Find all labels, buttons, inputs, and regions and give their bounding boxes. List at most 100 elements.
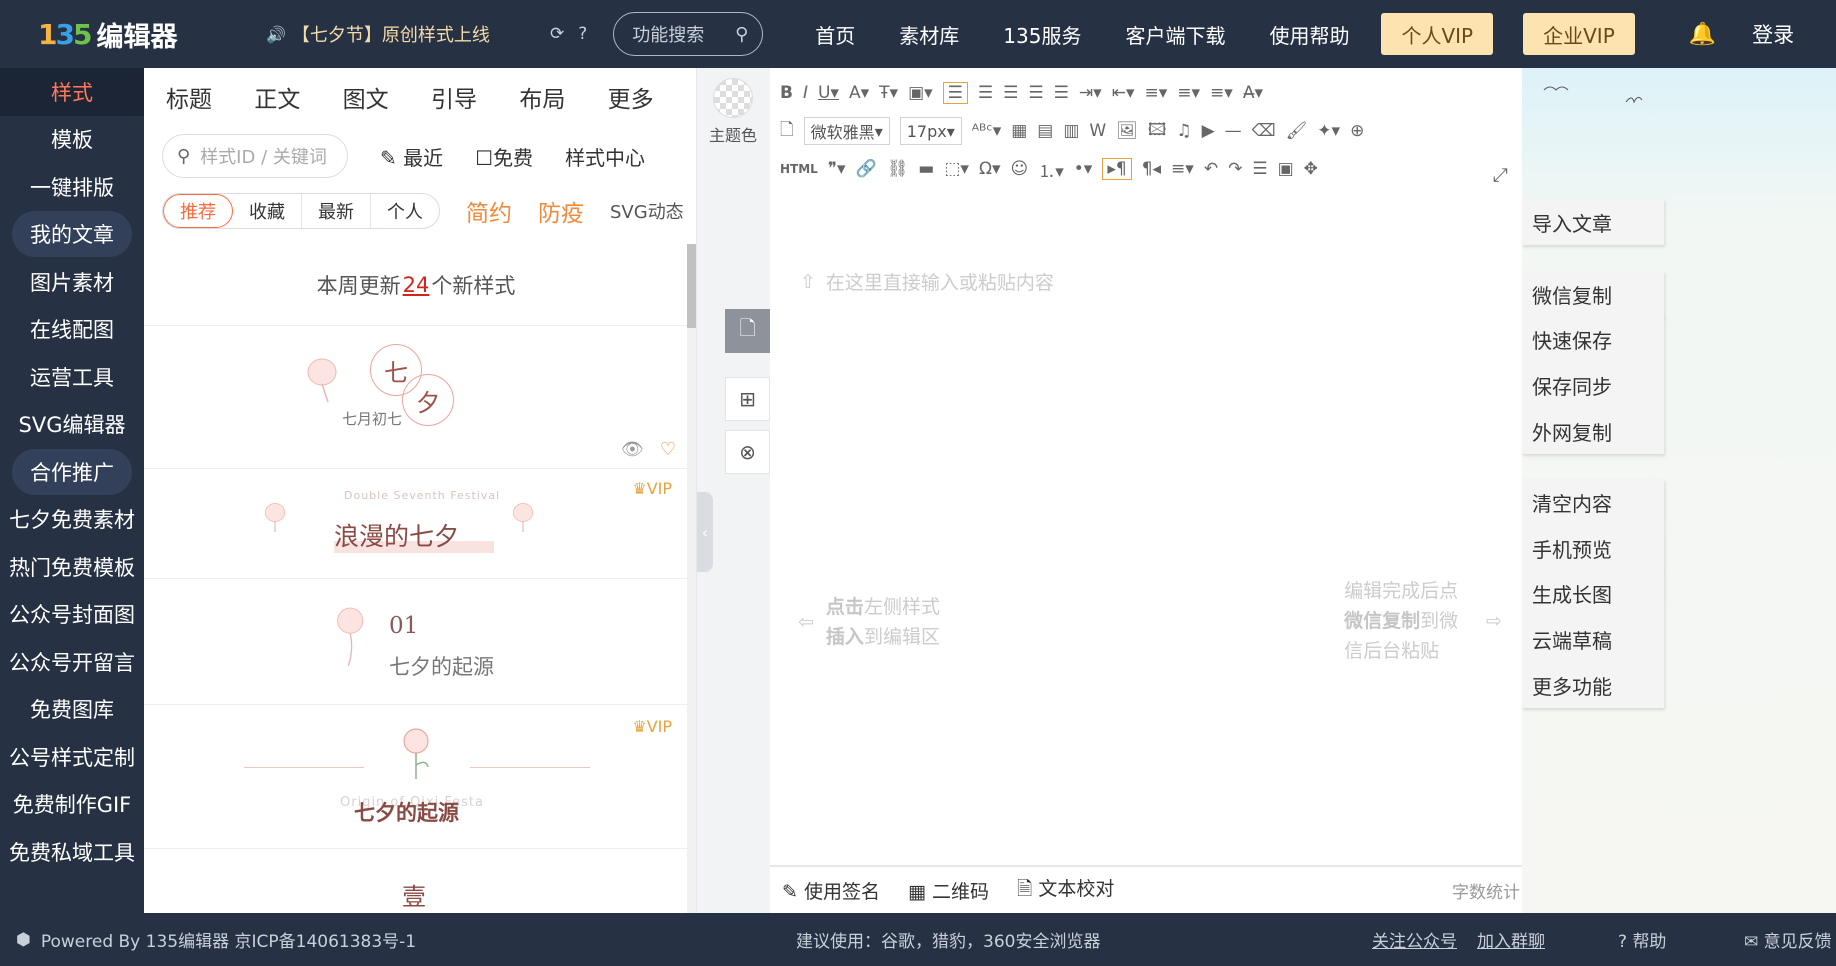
- style-center-link[interactable]: 样式中心: [565, 142, 645, 171]
- redo-icon[interactable]: ↷: [1228, 159, 1242, 179]
- sidebar-item-qixi-free[interactable]: 七夕免费素材: [0, 496, 144, 544]
- segment-recommended[interactable]: 推荐: [163, 194, 233, 228]
- highlight-icon[interactable]: ▣▾: [908, 83, 933, 103]
- tab-layout[interactable]: 布局: [519, 80, 607, 114]
- align-justify-icon[interactable]: ☰: [1028, 83, 1043, 103]
- tag-svg-dynamic[interactable]: SVG动态: [610, 198, 684, 224]
- clear-content-button[interactable]: 清空内容: [1522, 479, 1664, 525]
- style-search-input[interactable]: ⚲ 样式ID / 关键词: [162, 134, 348, 178]
- preview-icon[interactable]: ▣: [1278, 159, 1294, 179]
- segment-latest[interactable]: 最新: [302, 194, 371, 228]
- format-brush-icon[interactable]: 🖌: [1286, 121, 1308, 141]
- sidebar-item-image-materials[interactable]: 图片素材: [0, 258, 144, 306]
- enterprise-vip-button[interactable]: 企业VIP: [1523, 13, 1635, 55]
- quick-save-button[interactable]: 快速保存: [1522, 316, 1664, 362]
- ordered-list-icon[interactable]: ⒈▾: [1038, 157, 1064, 182]
- font-family-select[interactable]: 微软雅黑 ▾: [803, 117, 890, 145]
- sidebar-item-comments[interactable]: 公众号开留言: [0, 638, 144, 686]
- nav-help[interactable]: 使用帮助: [1247, 20, 1371, 49]
- style-card[interactable]: ♛VIP Double Seventh Festival 浪漫的七夕: [144, 469, 688, 579]
- word-count[interactable]: 字数统计: [1452, 878, 1520, 903]
- help-circle-icon[interactable]: ?: [578, 24, 587, 44]
- mobile-preview-button[interactable]: 手机预览: [1522, 525, 1664, 571]
- close-circle-icon[interactable]: ⊗: [725, 430, 770, 474]
- signature-button[interactable]: ✎ 使用签名: [782, 877, 880, 904]
- long-image-button[interactable]: 生成长图: [1522, 570, 1664, 616]
- sidebar-item-templates[interactable]: 模板: [0, 116, 144, 164]
- paragraph-format-icon[interactable]: ≡▾: [1171, 159, 1194, 179]
- align-center-icon[interactable]: ☰: [978, 83, 993, 103]
- sidebar-item-operation-tools[interactable]: 运营工具: [0, 353, 144, 401]
- favorite-heart-icon[interactable]: ♡: [660, 439, 676, 460]
- style-card[interactable]: 01 七夕的起源: [144, 579, 688, 705]
- table-style-icon[interactable]: ▤: [1037, 121, 1053, 141]
- join-group-link[interactable]: 加入群聊: [1477, 927, 1545, 952]
- bold-icon[interactable]: B: [780, 83, 793, 103]
- sidebar-item-private-tools[interactable]: 免费私域工具: [0, 828, 144, 876]
- horizontal-rule-icon[interactable]: —: [1225, 121, 1242, 141]
- table-disabled-icon[interactable]: ▥: [1063, 121, 1079, 141]
- letter-spacing-icon[interactable]: ≡▾: [1210, 83, 1233, 103]
- distribute-icon[interactable]: ☰: [1054, 83, 1069, 103]
- segment-personal[interactable]: 个人: [371, 194, 439, 228]
- quote-icon[interactable]: ❞▾: [828, 159, 846, 179]
- align-left-icon[interactable]: ☰: [942, 82, 968, 104]
- document-icon[interactable]: 🗋: [725, 309, 770, 353]
- line-height-icon[interactable]: ≡▾: [1144, 83, 1167, 103]
- import-article-button[interactable]: 导入文章: [1522, 199, 1664, 245]
- function-search-input[interactable]: 功能搜索 ⚲: [613, 12, 764, 56]
- tab-image-text[interactable]: 图文: [343, 80, 431, 114]
- style-card[interactable]: 壹: [144, 849, 688, 913]
- music-icon[interactable]: ♫: [1176, 121, 1191, 141]
- sidebar-item-cover-image[interactable]: 公众号封面图: [0, 591, 144, 639]
- personal-vip-button[interactable]: 个人VIP: [1381, 13, 1494, 55]
- unordered-list-icon[interactable]: •▾: [1074, 159, 1093, 179]
- underline-icon[interactable]: U▾: [818, 83, 839, 103]
- sidebar-item-my-articles[interactable]: 我的文章: [0, 211, 144, 259]
- sidebar-item-svg-editor[interactable]: SVG编辑器: [0, 401, 144, 449]
- sidebar-item-partnership[interactable]: 合作推广: [0, 448, 144, 496]
- bell-icon[interactable]: 🔔: [1689, 22, 1716, 47]
- template-icon[interactable]: ▬: [918, 159, 934, 179]
- recent-filter[interactable]: ✎ 最近: [380, 142, 443, 171]
- editor-placeholder[interactable]: ⇧ 在这里直接输入或粘贴内容: [800, 268, 1054, 295]
- announcement[interactable]: 🔊 【七夕节】原创样式上线: [266, 21, 536, 47]
- image-icon[interactable]: 🖼: [1116, 121, 1138, 141]
- notice-count[interactable]: 24: [403, 273, 430, 297]
- font-size-select[interactable]: 17px ▾: [899, 117, 962, 145]
- preview-eye-icon[interactable]: 👁: [621, 439, 644, 460]
- nav-home[interactable]: 首页: [793, 20, 877, 49]
- more-functions-button[interactable]: 更多功能: [1522, 662, 1664, 708]
- zoom-icon[interactable]: ⊕: [1350, 121, 1364, 141]
- segment-favorites[interactable]: 收藏: [233, 194, 302, 228]
- word-icon[interactable]: W: [1089, 121, 1106, 141]
- new-document-icon[interactable]: ⊞: [725, 377, 770, 421]
- indent-icon[interactable]: ⇥▾: [1079, 83, 1102, 103]
- nav-client-download[interactable]: 客户端下载: [1103, 20, 1247, 49]
- tab-body[interactable]: 正文: [254, 80, 342, 114]
- paragraph-spacing-icon[interactable]: ≡▾: [1177, 83, 1200, 103]
- html-source-icon[interactable]: HTML: [780, 162, 818, 176]
- outdent-icon[interactable]: ⇤▾: [1112, 83, 1135, 103]
- undo-icon[interactable]: ↶: [1204, 159, 1218, 179]
- emoji-icon[interactable]: ☺: [1010, 159, 1028, 179]
- style-card[interactable]: 七 夕 七月初七 👁 ♡: [144, 326, 688, 469]
- tag-epidemic[interactable]: 防疫: [538, 194, 584, 228]
- insert-frame-icon[interactable]: ⬚▾: [944, 159, 969, 179]
- fullscreen-icon[interactable]: ⤢: [1493, 164, 1508, 186]
- align-right-icon[interactable]: ☰: [1003, 83, 1018, 103]
- rtl-icon[interactable]: ¶◂: [1142, 159, 1161, 179]
- nav-materials[interactable]: 素材库: [877, 20, 981, 49]
- link-icon[interactable]: 🔗: [856, 159, 877, 179]
- italic-icon[interactable]: I: [803, 83, 808, 103]
- scrollbar-thumb[interactable]: [687, 244, 696, 328]
- help-link[interactable]: ? 帮助: [1618, 927, 1666, 952]
- ltr-icon[interactable]: ▸¶: [1102, 158, 1132, 180]
- login-link[interactable]: 登录: [1752, 19, 1794, 49]
- style-card[interactable]: ♛VIP Origin of Qixi Festa 七夕的起源: [144, 705, 688, 849]
- special-char-icon[interactable]: Ω▾: [979, 159, 1001, 179]
- feedback-link[interactable]: ✉ 意见反馈: [1744, 927, 1832, 952]
- eraser-icon[interactable]: ⌫: [1252, 121, 1276, 141]
- unlink-icon[interactable]: ⛓: [887, 159, 909, 179]
- clear-format-icon[interactable]: A̶▾: [1243, 83, 1263, 103]
